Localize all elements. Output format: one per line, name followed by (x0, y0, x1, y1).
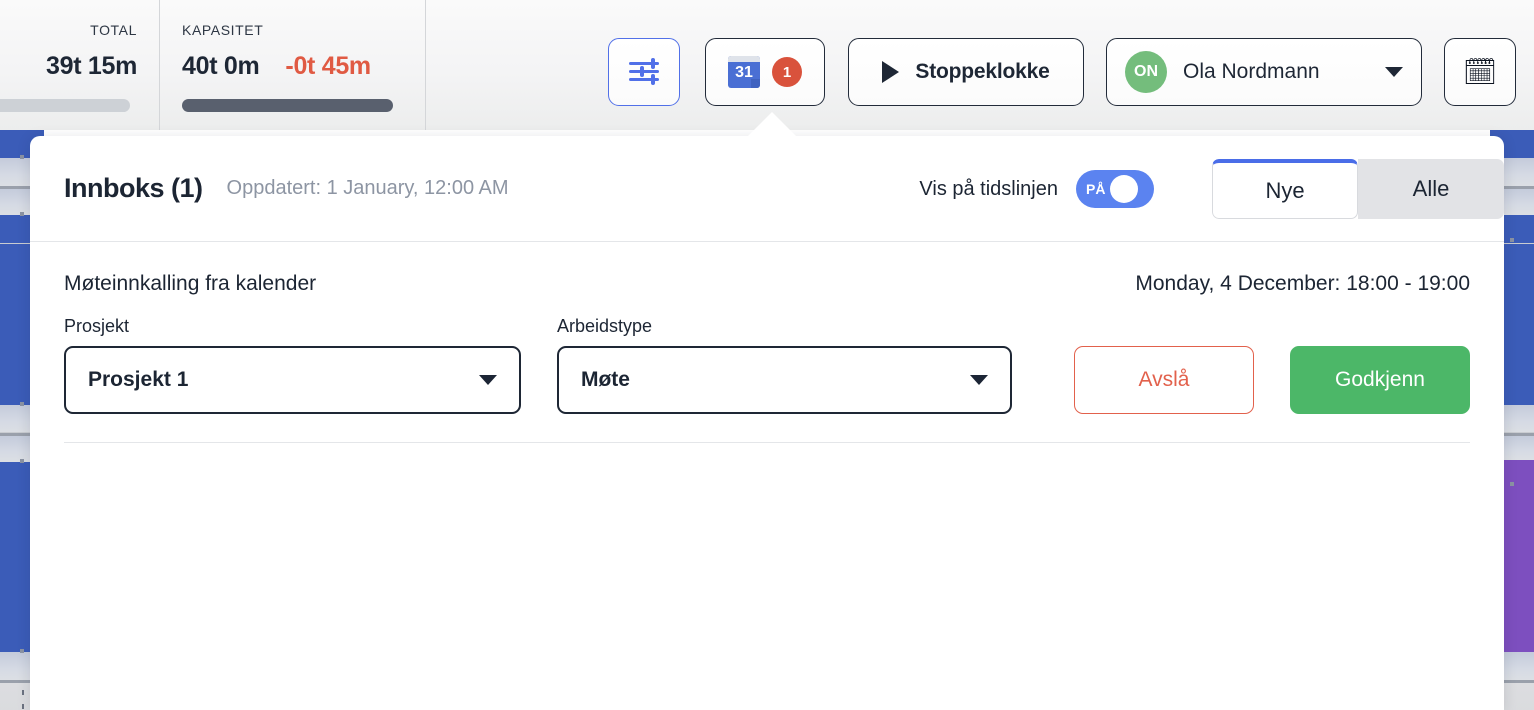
inbox-row-datetime: Monday, 4 December: 18:00 - 19:00 (1135, 272, 1470, 295)
project-field-label: Prosjekt (64, 316, 130, 336)
inbox-tabs: Nye Alle (1212, 159, 1504, 219)
toolbar: 31 1 Stoppeklokke ON Ola Nordmann 🗓 (0, 38, 1534, 106)
worktype-select[interactable]: Møte (556, 346, 1012, 414)
toggle-state-text: PÅ (1086, 181, 1106, 197)
timeline-current-time-line (22, 690, 24, 710)
tab-alle[interactable]: Alle (1358, 159, 1504, 219)
chevron-down-icon (970, 375, 988, 385)
worktype-field: Arbeidstype Møte (556, 316, 1012, 414)
timeline-tick (20, 459, 24, 463)
filter-sliders-icon (629, 58, 659, 85)
project-select[interactable]: Prosjekt 1 (64, 346, 521, 414)
timeline-tick (20, 649, 24, 653)
inbox-count-badge: 1 (772, 57, 802, 87)
worktype-field-label: Arbeidstype (556, 316, 653, 336)
user-name-label: Ola Nordmann (1183, 60, 1320, 83)
last-updated-label: Oppdatert: 1 January, 12:00 AM (226, 177, 509, 199)
chevron-down-icon (1385, 67, 1403, 77)
inbox-row-separator (64, 442, 1470, 443)
summary-capacity-label: KAPASITET (182, 22, 264, 38)
inbox-row: Møteinnkalling fra kalender Monday, 4 De… (30, 242, 1504, 443)
user-menu-button[interactable]: ON Ola Nordmann (1106, 38, 1422, 106)
summary-total-label: TOTAL (90, 22, 137, 38)
inbox-row-fields: Prosjekt Prosjekt 1 Arbeidstype Møte Avs… (64, 316, 1470, 414)
play-icon (882, 61, 900, 83)
inbox-row-actions: Avslå Godkjenn (1074, 346, 1470, 414)
project-field: Prosjekt Prosjekt 1 (64, 316, 521, 414)
approve-button[interactable]: Godkjenn (1290, 346, 1470, 414)
show-on-timeline-toggle[interactable]: PÅ (1076, 170, 1154, 208)
filter-button[interactable] (608, 38, 680, 106)
timeline-tick (20, 155, 24, 159)
calendar-icon: 🗓 (1462, 56, 1498, 87)
calendar-view-button[interactable]: 🗓 (1444, 38, 1516, 106)
top-bar: TOTAL 39t 15m KAPASITET 40t 0m -0t 45m 3… (0, 0, 1534, 130)
screen: TOTAL 39t 15m KAPASITET 40t 0m -0t 45m 3… (0, 0, 1534, 710)
timeline-tick (1510, 482, 1514, 486)
inbox-header-controls: Vis på tidslinjen PÅ Nye Alle (919, 136, 1504, 242)
timeline-tick (20, 402, 24, 406)
calendar-day-number: 31 (735, 64, 753, 81)
inbox-panel-header: Innboks (1) Oppdatert: 1 January, 12:00 … (30, 136, 1504, 242)
deny-button[interactable]: Avslå (1074, 346, 1254, 414)
project-select-value: Prosjekt 1 (88, 368, 189, 391)
toggle-knob (1110, 175, 1139, 203)
inbox-row-header: Møteinnkalling fra kalender Monday, 4 De… (64, 272, 1470, 296)
tab-nye[interactable]: Nye (1212, 159, 1358, 219)
page-title: Innboks (1) (64, 173, 203, 203)
inbox-panel: Innboks (1) Oppdatert: 1 January, 12:00 … (30, 136, 1504, 710)
inbox-row-title: Møteinnkalling fra kalender (64, 272, 317, 295)
timeline-tick (20, 212, 24, 216)
chevron-down-icon (478, 375, 497, 385)
worktype-select-value: Møte (580, 368, 630, 391)
timeline-toggle-label: Vis på tidslinjen (919, 177, 1058, 200)
google-calendar-icon: 31 (728, 56, 760, 88)
timeline-tick (1510, 238, 1514, 242)
stopwatch-label: Stoppeklokke (915, 60, 1050, 83)
stopwatch-button[interactable]: Stoppeklokke (848, 38, 1084, 106)
panel-pointer-notch (746, 112, 798, 138)
avatar: ON (1125, 51, 1167, 93)
calendar-inbox-button[interactable]: 31 1 (705, 38, 825, 106)
